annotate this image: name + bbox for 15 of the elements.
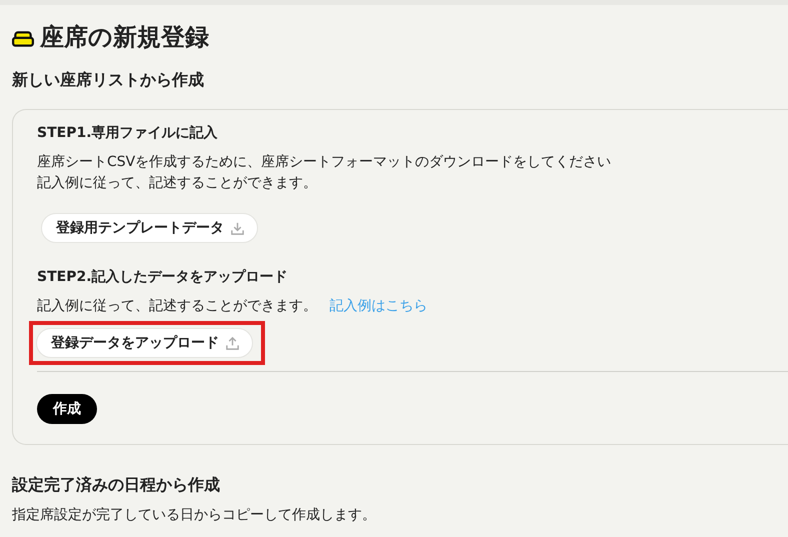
instruction-text: 記入例に従って、記述することができます。 — [37, 174, 318, 193]
instruction-text: 記入例に従って、記述することができます。 — [37, 298, 317, 314]
download-icon — [230, 220, 245, 236]
upload-button[interactable]: 登録データをアップロード — [36, 328, 253, 358]
instruction-text: 座席シートCSVを作成するために、座席シートフォーマットのダウンロードをしてください — [37, 153, 612, 172]
upload-icon — [225, 336, 240, 350]
sofa-icon — [12, 30, 34, 48]
download-button[interactable]: 登録用テンプレートデータ — [41, 213, 258, 243]
page-title: 座席の新規登録 — [40, 22, 209, 53]
section-heading: 新しい座席リストから作成 — [12, 70, 205, 91]
step-title: STEP2.記入したデータをアップロード — [37, 268, 289, 286]
description-text: 指定席設定が完了している日からコピーして作成します。 — [12, 506, 377, 524]
create-button[interactable]: 作成 — [37, 394, 97, 424]
section-heading: 設定完了済みの日程から作成 — [12, 475, 221, 496]
step-title: STEP1.専用ファイルに記入 — [37, 124, 219, 142]
